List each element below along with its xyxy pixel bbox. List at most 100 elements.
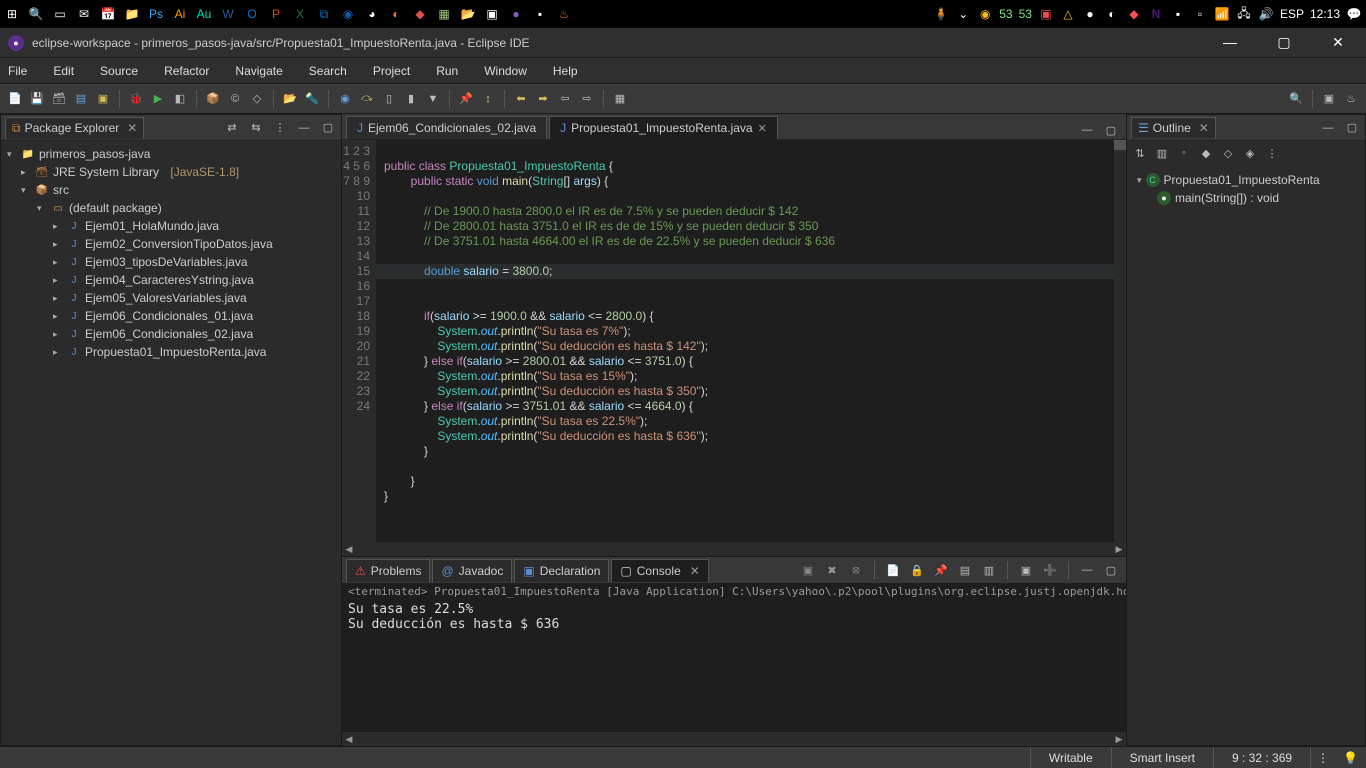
file-explorer-icon[interactable]: 📁 — [124, 6, 140, 22]
chrome-icon[interactable]: ◕ — [364, 6, 380, 22]
menu-window[interactable]: Window — [480, 61, 531, 81]
filter-icon[interactable]: ▥ — [1153, 144, 1171, 162]
build-icon[interactable]: ▣ — [94, 90, 112, 108]
terminal-icon[interactable]: ▪ — [532, 6, 548, 22]
console-hscroll[interactable]: ◀▶ — [342, 732, 1126, 746]
package-explorer-tab[interactable]: ⧉ Package Explorer ✕ — [5, 117, 144, 139]
console-output[interactable]: Su tasa es 22.5% Su deducción es hasta $… — [342, 600, 1126, 732]
java-file-node[interactable]: ▸JEjem06_Condicionales_02.java — [3, 325, 339, 343]
view-menu-icon[interactable]: ⋮ — [1263, 144, 1281, 162]
remove-icon[interactable]: ✖ — [823, 561, 841, 579]
maximize-view-icon[interactable]: ▢ — [1102, 561, 1120, 579]
menu-project[interactable]: Project — [369, 61, 414, 81]
tray-icon[interactable]: ▣ — [1038, 6, 1054, 22]
tip-icon[interactable]: 💡 — [1343, 751, 1358, 765]
pin-icon[interactable]: 📌 — [457, 90, 475, 108]
outline-method-node[interactable]: ● main(String[]) : void — [1131, 189, 1361, 207]
src-node[interactable]: ▾📦 src — [3, 181, 339, 199]
close-icon[interactable]: ✕ — [690, 564, 700, 578]
link-icon[interactable]: ⇆ — [247, 119, 265, 137]
menu-refactor[interactable]: Refactor — [160, 61, 213, 81]
mail-icon[interactable]: ✉ — [76, 6, 92, 22]
minimize-editor-icon[interactable]: — — [1078, 121, 1096, 139]
outlook-icon[interactable]: O — [244, 6, 260, 22]
scroll-right-icon[interactable]: ▶ — [1112, 734, 1126, 745]
tray-icon[interactable]: ▪ — [1170, 6, 1186, 22]
open-console-icon[interactable]: ▣ — [1017, 561, 1035, 579]
editor-tab-active[interactable]: J Propuesta01_ImpuestoRenta.java ✕ — [549, 116, 778, 139]
forward-history-icon[interactable]: ⇨ — [578, 90, 596, 108]
java-file-node[interactable]: ▸JEjem05_ValoresVariables.java — [3, 289, 339, 307]
tab-console[interactable]: ▢Console✕ — [611, 559, 708, 582]
debug-icon[interactable]: 🐞 — [127, 90, 145, 108]
app-icon[interactable]: ▣ — [484, 6, 500, 22]
onenote-icon[interactable]: N — [1148, 6, 1164, 22]
app-icon[interactable]: ◆ — [412, 6, 428, 22]
minimize-view-icon[interactable]: — — [1319, 119, 1337, 137]
new-console-icon[interactable]: ➕ — [1041, 561, 1059, 579]
java-icon[interactable]: ♨ — [556, 6, 572, 22]
clear-icon[interactable]: 📄 — [884, 561, 902, 579]
breakpoint-icon[interactable]: ◉ — [336, 90, 354, 108]
photoshop-icon[interactable]: Ps — [148, 6, 164, 22]
java-file-node[interactable]: ▸JPropuesta01_ImpuestoRenta.java — [3, 343, 339, 361]
display-icon[interactable]: ▤ — [956, 561, 974, 579]
view-menu-icon[interactable]: ⋮ — [271, 119, 289, 137]
outline-tab[interactable]: ☰ Outline ✕ — [1131, 117, 1216, 138]
remove-all-icon[interactable]: ⦻ — [847, 561, 865, 579]
skip-icon[interactable]: ⤼ — [358, 90, 376, 108]
search-icon[interactable]: 🔍 — [28, 6, 44, 22]
nav-icon[interactable]: ↕ — [479, 90, 497, 108]
app-icon[interactable]: ▦ — [436, 6, 452, 22]
new-type-icon[interactable]: ◇ — [248, 90, 266, 108]
java-file-node[interactable]: ▸JEjem01_HolaMundo.java — [3, 217, 339, 235]
jre-node[interactable]: ▸🗃 JRE System Library [JavaSE-1.8] — [3, 163, 339, 181]
minimize-view-icon[interactable]: — — [295, 119, 313, 137]
sort-icon[interactable]: ⇅ — [1131, 144, 1149, 162]
close-button[interactable]: ✕ — [1318, 34, 1358, 51]
illustrator-icon[interactable]: Ai — [172, 6, 188, 22]
java-file-node[interactable]: ▸JEjem06_Condicionales_01.java — [3, 307, 339, 325]
code-content[interactable]: public class Propuesta01_ImpuestoRenta {… — [376, 140, 1126, 542]
tab-declaration[interactable]: ▣Declaration — [514, 559, 609, 582]
tray-icon[interactable]: ◉ — [977, 6, 993, 22]
menu-help[interactable]: Help — [549, 61, 582, 81]
maximize-editor-icon[interactable]: ▢ — [1102, 121, 1120, 139]
forward-icon[interactable]: ➡ — [534, 90, 552, 108]
new-class-icon[interactable]: © — [226, 90, 244, 108]
folder-icon[interactable]: 📂 — [460, 6, 476, 22]
tab-problems[interactable]: ⚠Problems — [346, 559, 430, 582]
maximize-button[interactable]: ▢ — [1264, 34, 1304, 51]
hide-local-icon[interactable]: ◈ — [1241, 144, 1259, 162]
close-icon[interactable]: ✕ — [1199, 121, 1209, 135]
open-perspective-icon[interactable]: ▣ — [1320, 90, 1338, 108]
start-icon[interactable]: ⊞ — [4, 6, 20, 22]
back-history-icon[interactable]: ⇦ — [556, 90, 574, 108]
run-icon[interactable]: ▶ — [149, 90, 167, 108]
menu-search[interactable]: Search — [305, 61, 351, 81]
step-icon[interactable]: ▯ — [380, 90, 398, 108]
project-node[interactable]: ▾📁 primeros_pasos-java — [3, 145, 339, 163]
tray-icon[interactable]: ▫ — [1192, 6, 1208, 22]
tray-icon[interactable]: 🧍 — [933, 6, 949, 22]
quick-access-icon[interactable]: 🔍 — [1287, 90, 1305, 108]
close-icon[interactable]: ✕ — [127, 121, 137, 135]
save-icon[interactable]: 💾 — [28, 90, 46, 108]
keyboard-lang[interactable]: ESP — [1280, 7, 1304, 21]
collapse-icon[interactable]: ⇄ — [223, 119, 241, 137]
hide-fields-icon[interactable]: ◦ — [1175, 144, 1193, 162]
maximize-view-icon[interactable]: ▢ — [319, 119, 337, 137]
wifi-icon[interactable]: 📶 — [1214, 6, 1230, 22]
java-file-node[interactable]: ▸JEjem02_ConversionTipoDatos.java — [3, 235, 339, 253]
menu-source[interactable]: Source — [96, 61, 142, 81]
audition-icon[interactable]: Au — [196, 6, 212, 22]
powerpoint-icon[interactable]: P — [268, 6, 284, 22]
minimize-view-icon[interactable]: — — [1078, 561, 1096, 579]
calendar-icon[interactable]: 📅 — [100, 6, 116, 22]
coverage-icon[interactable]: ◧ — [171, 90, 189, 108]
java-perspective-icon[interactable]: ♨ — [1342, 90, 1360, 108]
notifications-icon[interactable]: 💬 — [1346, 6, 1362, 22]
package-node[interactable]: ▾▭ (default package) — [3, 199, 339, 217]
menu-navigate[interactable]: Navigate — [231, 61, 286, 81]
more-icon[interactable]: ⋮ — [1317, 751, 1329, 765]
